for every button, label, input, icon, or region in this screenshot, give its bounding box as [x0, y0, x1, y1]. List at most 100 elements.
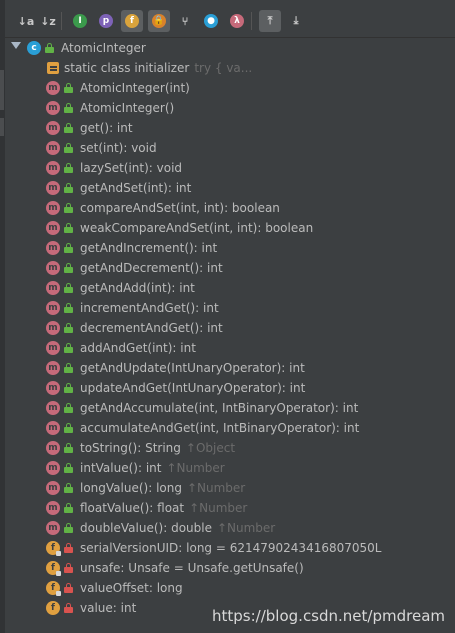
tree-row-label: toString(): String ↑Object	[80, 441, 236, 455]
method-icon: m	[46, 521, 60, 535]
public-lock-icon	[64, 323, 73, 333]
show-inherited-button[interactable]: I	[69, 10, 91, 32]
tree-row[interactable]: m decrementAndGet(): int	[5, 318, 455, 338]
tree-row[interactable]: m getAndSet(int): int	[5, 178, 455, 198]
method-icon: m	[46, 181, 60, 195]
tree-row[interactable]: m get(): int	[5, 118, 455, 138]
tree-row[interactable]: m doubleValue(): double ↑Number	[5, 518, 455, 538]
tree-row-label: floatValue(): float ↑Number	[80, 501, 248, 515]
show-inherited-icon: I	[73, 14, 87, 28]
tree-row-label: set(int): void	[80, 141, 157, 155]
tree-row[interactable]: m getAndAdd(int): int	[5, 278, 455, 298]
tree-row-label: value: int	[80, 601, 137, 615]
public-lock-icon	[64, 423, 73, 433]
method-icon: m	[46, 261, 60, 275]
tree-row-label: getAndIncrement(): int	[80, 241, 218, 255]
public-lock-icon	[64, 83, 73, 93]
show-non-public-button[interactable]: 🔒	[148, 10, 170, 32]
tree-row-suffix: ↑Object	[185, 441, 236, 455]
method-icon: m	[46, 221, 60, 235]
tree-row-label: getAndUpdate(IntUnaryOperator): int	[80, 361, 305, 375]
tree-row[interactable]: m AtomicInteger()	[5, 98, 455, 118]
public-lock-icon	[64, 143, 73, 153]
tree-row[interactable]: f unsafe: Unsafe = Unsafe.getUnsafe()	[5, 558, 455, 578]
tree-row[interactable]: m updateAndGet(IntUnaryOperator): int	[5, 378, 455, 398]
public-lock-icon	[64, 303, 73, 313]
tree-row-label: AtomicInteger()	[80, 101, 175, 115]
tree-row-label: compareAndSet(int, int): boolean	[80, 201, 280, 215]
tree-row-label: getAndSet(int): int	[80, 181, 192, 195]
tree-row[interactable]: m compareAndSet(int, int): boolean	[5, 198, 455, 218]
toolbar-separator	[251, 12, 252, 30]
show-non-public-icon: 🔒	[152, 14, 166, 28]
tree-row[interactable]: m accumulateAndGet(int, IntBinaryOperator…	[5, 418, 455, 438]
sort-alphabetically-button[interactable]: ↓z	[37, 10, 59, 32]
public-lock-icon	[64, 343, 73, 353]
tree-row[interactable]: static class initializer try { va...	[5, 58, 455, 78]
tree-row[interactable]: m getAndAccumulate(int, IntBinaryOperator…	[5, 398, 455, 418]
tool-window-tab[interactable]	[0, 118, 4, 136]
public-lock-icon	[64, 283, 73, 293]
tool-window-tab[interactable]	[0, 70, 4, 110]
method-icon: m	[46, 241, 60, 255]
tree-row-label: valueOffset: long	[80, 581, 183, 595]
method-icon: m	[46, 281, 60, 295]
tree-row[interactable]: m lazySet(int): void	[5, 158, 455, 178]
field-icon: f	[46, 581, 61, 596]
public-lock-icon	[64, 203, 73, 213]
tree-row[interactable]: m incrementAndGet(): int	[5, 298, 455, 318]
method-icon: m	[46, 201, 60, 215]
show-properties-button[interactable]: p	[95, 10, 117, 32]
tree-row-label: getAndAccumulate(int, IntBinaryOperator)…	[80, 401, 359, 415]
field-icon: f	[46, 561, 61, 576]
tree-row-label: incrementAndGet(): int	[80, 301, 219, 315]
tree-row[interactable]: f serialVersionUID: long = 62147902434168…	[5, 538, 455, 558]
sort-by-type-button[interactable]: ↓a	[15, 10, 37, 32]
show-anonymous-classes-button[interactable]: ⑂	[174, 10, 196, 32]
static-pin-icon	[56, 571, 61, 576]
tree-row[interactable]: m getAndUpdate(IntUnaryOperator): int	[5, 358, 455, 378]
show-fields-button[interactable]: f	[121, 10, 143, 32]
public-lock-icon	[64, 123, 73, 133]
tree-row[interactable]: m getAndDecrement(): int	[5, 258, 455, 278]
tree-row-label: weakCompareAndSet(int, int): boolean	[80, 221, 314, 235]
private-lock-icon	[64, 563, 73, 573]
autoscroll-to-source-button[interactable]: ⤒	[259, 10, 281, 32]
tree-row[interactable]: f valueOffset: long	[5, 578, 455, 598]
tree-root-row[interactable]: c AtomicInteger	[5, 38, 455, 58]
tree-row[interactable]: m floatValue(): float ↑Number	[5, 498, 455, 518]
tree-row[interactable]: m weakCompareAndSet(int, int): boolean	[5, 218, 455, 238]
initializer-icon	[47, 62, 59, 74]
tree-row[interactable]: m intValue(): int ↑Number	[5, 458, 455, 478]
tree-row[interactable]: m AtomicInteger(int)	[5, 78, 455, 98]
show-lambdas-button[interactable]: ●	[200, 10, 222, 32]
tree-root-label: AtomicInteger	[61, 41, 146, 55]
tree-row-label: lazySet(int): void	[80, 161, 183, 175]
tree-row[interactable]: m longValue(): long ↑Number	[5, 478, 455, 498]
show-lambda-icon: λ	[230, 14, 244, 28]
public-lock-icon	[64, 363, 73, 373]
public-lock-icon	[45, 43, 54, 53]
tree-row-label: serialVersionUID: long = 621479024341680…	[80, 541, 382, 555]
tree-row-label: accumulateAndGet(int, IntBinaryOperator)…	[80, 421, 360, 435]
tree-row-label: doubleValue(): double ↑Number	[80, 521, 276, 535]
expand-arrow-icon[interactable]	[11, 42, 21, 49]
show-lambda-button[interactable]: λ	[226, 10, 248, 32]
method-icon: m	[46, 101, 60, 115]
sort-alphabetically-icon: ↓z	[40, 14, 56, 28]
tree-row[interactable]: m getAndIncrement(): int	[5, 238, 455, 258]
tree-row-label: getAndDecrement(): int	[80, 261, 223, 275]
public-lock-icon	[64, 523, 73, 533]
field-icon: f	[46, 541, 61, 556]
autoscroll-from-source-button[interactable]: ⤓	[285, 10, 307, 32]
public-lock-icon	[64, 103, 73, 113]
tree-row[interactable]: m set(int): void	[5, 138, 455, 158]
tree-row-label: static class initializer try { va...	[64, 61, 253, 75]
class-icon: c	[27, 41, 41, 55]
tree-row[interactable]: m toString(): String ↑Object	[5, 438, 455, 458]
autoscroll-to-source-icon: ⤒	[267, 14, 273, 27]
method-icon: m	[46, 481, 60, 495]
show-properties-icon: p	[99, 14, 113, 28]
static-pin-icon	[56, 551, 61, 556]
tree-row[interactable]: m addAndGet(int): int	[5, 338, 455, 358]
